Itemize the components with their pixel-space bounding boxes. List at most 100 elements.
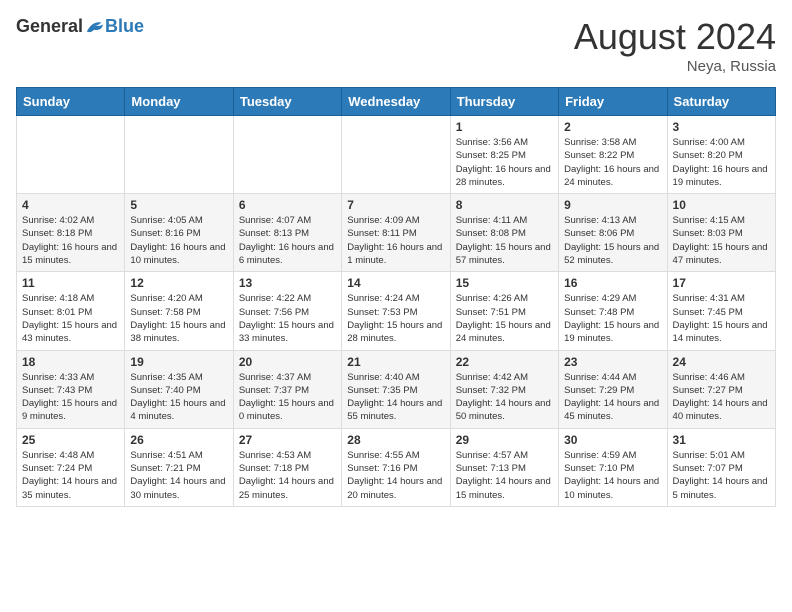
calendar-week-3: 11Sunrise: 4:18 AM Sunset: 8:01 PM Dayli… xyxy=(17,272,776,350)
cell-sun-info: Sunrise: 4:59 AM Sunset: 7:10 PM Dayligh… xyxy=(564,449,661,502)
calendar-cell: 23 Sunrise: 4:44 AM Sunset: 7:29 PM Dayli… xyxy=(559,350,667,428)
calendar-cell: 1 Sunrise: 3:56 AM Sunset: 8:25 PM Daylig… xyxy=(450,116,558,194)
cell-sun-info: Sunrise: 4:07 AM Sunset: 8:13 PM Dayligh… xyxy=(239,214,336,267)
calendar-cell: 12 Sunrise: 4:20 AM Sunset: 7:58 PM Dayli… xyxy=(125,272,233,350)
calendar-body: 1 Sunrise: 3:56 AM Sunset: 8:25 PM Daylig… xyxy=(17,116,776,507)
calendar-week-5: 25 Sunrise: 4:48 AM Sunset: 7:24 PM Dayli… xyxy=(17,428,776,506)
cell-date-number: 22 xyxy=(456,355,553,369)
cell-date-number: 21 xyxy=(347,355,444,369)
calendar-cell: 3 Sunrise: 4:00 AM Sunset: 8:20 PM Daylig… xyxy=(667,116,775,194)
cell-date-number: 15 xyxy=(456,276,553,290)
weekday-header-tuesday: Tuesday xyxy=(233,88,341,116)
calendar-cell: 13Sunrise: 4:22 AM Sunset: 7:56 PM Dayli… xyxy=(233,272,341,350)
page-header: General Blue August 2024 Neya, Russia xyxy=(16,16,776,75)
calendar-cell: 16 Sunrise: 4:29 AM Sunset: 7:48 PM Dayli… xyxy=(559,272,667,350)
cell-date-number: 12 xyxy=(130,276,227,290)
calendar-cell: 11Sunrise: 4:18 AM Sunset: 8:01 PM Dayli… xyxy=(17,272,125,350)
calendar-cell: 6 Sunrise: 4:07 AM Sunset: 8:13 PM Daylig… xyxy=(233,194,341,272)
cell-sun-info: Sunrise: 4:35 AM Sunset: 7:40 PM Dayligh… xyxy=(130,371,227,424)
cell-sun-info: Sunrise: 4:31 AM Sunset: 7:45 PM Dayligh… xyxy=(673,292,770,345)
calendar-cell: 8 Sunrise: 4:11 AM Sunset: 8:08 PM Daylig… xyxy=(450,194,558,272)
cell-date-number: 24 xyxy=(673,355,770,369)
cell-date-number: 19 xyxy=(130,355,227,369)
calendar-cell: 5 Sunrise: 4:05 AM Sunset: 8:16 PM Daylig… xyxy=(125,194,233,272)
calendar-cell: 21 Sunrise: 4:40 AM Sunset: 7:35 PM Dayli… xyxy=(342,350,450,428)
cell-date-number: 25 xyxy=(22,433,119,447)
calendar-cell: 20Sunrise: 4:37 AM Sunset: 7:37 PM Dayli… xyxy=(233,350,341,428)
calendar-table: SundayMondayTuesdayWednesdayThursdayFrid… xyxy=(16,87,776,507)
cell-sun-info: Sunrise: 4:53 AM Sunset: 7:18 PM Dayligh… xyxy=(239,449,336,502)
calendar-cell: 28Sunrise: 4:55 AM Sunset: 7:16 PM Dayli… xyxy=(342,428,450,506)
cell-date-number: 31 xyxy=(673,433,770,447)
cell-sun-info: Sunrise: 4:44 AM Sunset: 7:29 PM Dayligh… xyxy=(564,371,661,424)
cell-date-number: 6 xyxy=(239,198,336,212)
cell-sun-info: Sunrise: 4:22 AM Sunset: 7:56 PM Dayligh… xyxy=(239,292,336,345)
cell-date-number: 8 xyxy=(456,198,553,212)
cell-date-number: 3 xyxy=(673,120,770,134)
logo-general-text: General xyxy=(16,16,83,37)
cell-date-number: 14 xyxy=(347,276,444,290)
cell-date-number: 17 xyxy=(673,276,770,290)
calendar-cell xyxy=(342,116,450,194)
cell-date-number: 18 xyxy=(22,355,119,369)
cell-date-number: 16 xyxy=(564,276,661,290)
calendar-cell: 4 Sunrise: 4:02 AM Sunset: 8:18 PM Daylig… xyxy=(17,194,125,272)
calendar-cell: 18Sunrise: 4:33 AM Sunset: 7:43 PM Dayli… xyxy=(17,350,125,428)
weekday-header-sunday: Sunday xyxy=(17,88,125,116)
cell-date-number: 1 xyxy=(456,120,553,134)
cell-sun-info: Sunrise: 4:42 AM Sunset: 7:32 PM Dayligh… xyxy=(456,371,553,424)
cell-date-number: 4 xyxy=(22,198,119,212)
cell-date-number: 7 xyxy=(347,198,444,212)
logo: General Blue xyxy=(16,16,144,37)
calendar-cell: 7 Sunrise: 4:09 AM Sunset: 8:11 PM Daylig… xyxy=(342,194,450,272)
weekday-header-monday: Monday xyxy=(125,88,233,116)
cell-sun-info: Sunrise: 4:40 AM Sunset: 7:35 PM Dayligh… xyxy=(347,371,444,424)
title-block: August 2024 Neya, Russia xyxy=(574,16,776,75)
weekday-header-wednesday: Wednesday xyxy=(342,88,450,116)
cell-sun-info: Sunrise: 4:13 AM Sunset: 8:06 PM Dayligh… xyxy=(564,214,661,267)
cell-sun-info: Sunrise: 4:24 AM Sunset: 7:53 PM Dayligh… xyxy=(347,292,444,345)
cell-sun-info: Sunrise: 4:18 AM Sunset: 8:01 PM Dayligh… xyxy=(22,292,119,345)
calendar-cell: 10Sunrise: 4:15 AM Sunset: 8:03 PM Dayli… xyxy=(667,194,775,272)
cell-sun-info: Sunrise: 4:11 AM Sunset: 8:08 PM Dayligh… xyxy=(456,214,553,267)
cell-sun-info: Sunrise: 4:37 AM Sunset: 7:37 PM Dayligh… xyxy=(239,371,336,424)
cell-sun-info: Sunrise: 4:29 AM Sunset: 7:48 PM Dayligh… xyxy=(564,292,661,345)
cell-sun-info: Sunrise: 3:56 AM Sunset: 8:25 PM Dayligh… xyxy=(456,136,553,189)
weekday-header-saturday: Saturday xyxy=(667,88,775,116)
calendar-cell: 22 Sunrise: 4:42 AM Sunset: 7:32 PM Dayli… xyxy=(450,350,558,428)
calendar-week-1: 1 Sunrise: 3:56 AM Sunset: 8:25 PM Daylig… xyxy=(17,116,776,194)
cell-date-number: 27 xyxy=(239,433,336,447)
calendar-week-2: 4 Sunrise: 4:02 AM Sunset: 8:18 PM Daylig… xyxy=(17,194,776,272)
logo-bird-icon xyxy=(85,18,105,36)
cell-date-number: 5 xyxy=(130,198,227,212)
cell-date-number: 2 xyxy=(564,120,661,134)
calendar-header: SundayMondayTuesdayWednesdayThursdayFrid… xyxy=(17,88,776,116)
calendar-cell: 19 Sunrise: 4:35 AM Sunset: 7:40 PM Dayli… xyxy=(125,350,233,428)
cell-sun-info: Sunrise: 4:51 AM Sunset: 7:21 PM Dayligh… xyxy=(130,449,227,502)
cell-sun-info: Sunrise: 4:46 AM Sunset: 7:27 PM Dayligh… xyxy=(673,371,770,424)
cell-sun-info: Sunrise: 4:48 AM Sunset: 7:24 PM Dayligh… xyxy=(22,449,119,502)
calendar-week-4: 18Sunrise: 4:33 AM Sunset: 7:43 PM Dayli… xyxy=(17,350,776,428)
cell-date-number: 9 xyxy=(564,198,661,212)
cell-date-number: 10 xyxy=(673,198,770,212)
cell-sun-info: Sunrise: 4:09 AM Sunset: 8:11 PM Dayligh… xyxy=(347,214,444,267)
calendar-cell: 9 Sunrise: 4:13 AM Sunset: 8:06 PM Daylig… xyxy=(559,194,667,272)
calendar-cell: 24 Sunrise: 4:46 AM Sunset: 7:27 PM Dayli… xyxy=(667,350,775,428)
cell-sun-info: Sunrise: 5:01 AM Sunset: 7:07 PM Dayligh… xyxy=(673,449,770,502)
calendar-cell: 2Sunrise: 3:58 AM Sunset: 8:22 PM Daylig… xyxy=(559,116,667,194)
cell-sun-info: Sunrise: 4:02 AM Sunset: 8:18 PM Dayligh… xyxy=(22,214,119,267)
cell-sun-info: Sunrise: 4:00 AM Sunset: 8:20 PM Dayligh… xyxy=(673,136,770,189)
location-subtitle: Neya, Russia xyxy=(574,58,776,75)
cell-date-number: 23 xyxy=(564,355,661,369)
calendar-cell: 25 Sunrise: 4:48 AM Sunset: 7:24 PM Dayli… xyxy=(17,428,125,506)
calendar-cell xyxy=(17,116,125,194)
calendar-cell xyxy=(125,116,233,194)
cell-sun-info: Sunrise: 4:55 AM Sunset: 7:16 PM Dayligh… xyxy=(347,449,444,502)
calendar-cell: 31 Sunrise: 5:01 AM Sunset: 7:07 PM Dayli… xyxy=(667,428,775,506)
cell-sun-info: Sunrise: 4:05 AM Sunset: 8:16 PM Dayligh… xyxy=(130,214,227,267)
cell-sun-info: Sunrise: 4:20 AM Sunset: 7:58 PM Dayligh… xyxy=(130,292,227,345)
weekday-header-row: SundayMondayTuesdayWednesdayThursdayFrid… xyxy=(17,88,776,116)
month-year-title: August 2024 xyxy=(574,16,776,58)
calendar-cell: 27 Sunrise: 4:53 AM Sunset: 7:18 PM Dayli… xyxy=(233,428,341,506)
calendar-cell xyxy=(233,116,341,194)
